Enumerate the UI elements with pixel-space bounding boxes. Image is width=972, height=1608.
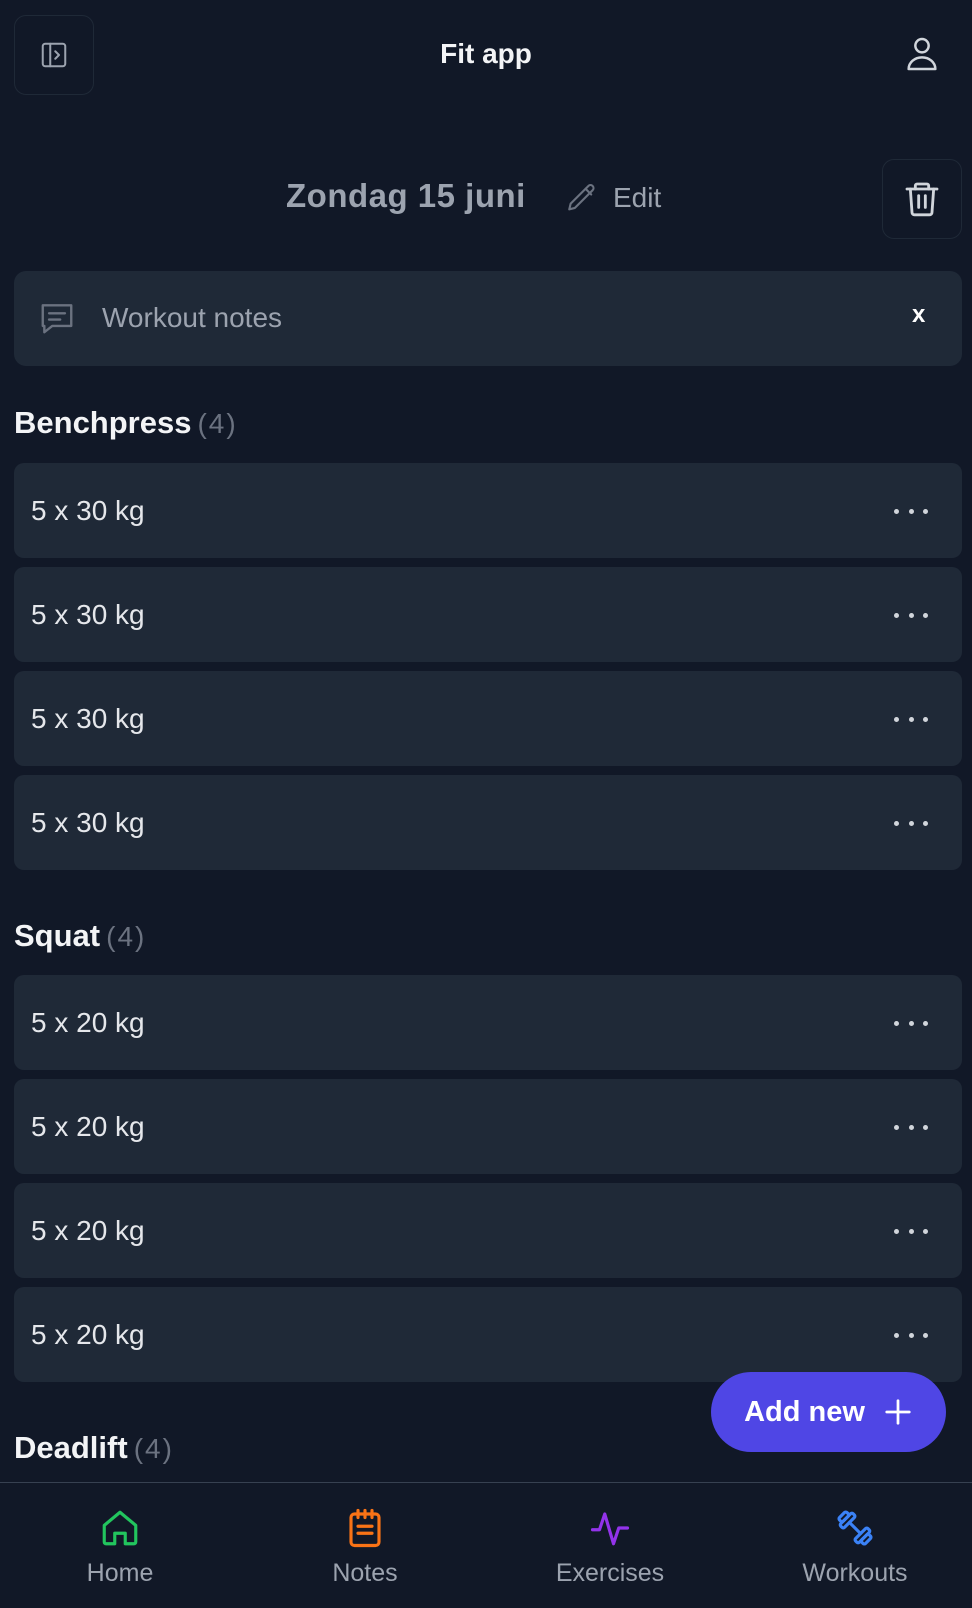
exercise-set-count: (4) [106,921,147,952]
nav-item-notes[interactable]: Notes [265,1507,465,1588]
set-label: 5 x 20 kg [31,1111,145,1142]
delete-workout-button[interactable] [882,159,962,239]
dumbbell-icon [837,1510,873,1546]
set-label: 5 x 30 kg [31,703,145,734]
exercise-set-count: (4) [197,408,238,439]
notes-clear-button[interactable]: x [912,301,925,329]
set-row[interactable]: 5 x 20 kg [14,1079,962,1174]
set-row[interactable]: 5 x 30 kg [14,567,962,662]
workout-notes-input[interactable] [102,297,802,339]
nav-label: Exercises [555,1559,665,1587]
notepad-icon [349,1508,381,1548]
activity-icon [590,1512,630,1546]
set-label: 5 x 20 kg [31,1007,145,1038]
exercise-title-deadlift: Deadlift (4) [14,1430,174,1466]
exercise-name: Deadlift [14,1430,128,1465]
add-new-label: Add new [744,1395,865,1428]
set-label: 5 x 30 kg [31,599,145,630]
message-icon [41,304,73,334]
set-row[interactable]: 5 x 30 kg [14,671,962,766]
nav-label: Notes [332,1559,398,1587]
app-page: Fit app Zondag 15 juni Edit Workout note… [0,0,972,1608]
pencil-icon [568,184,595,211]
plus-icon [885,1399,911,1425]
more-options-icon[interactable] [894,1013,928,1033]
set-row[interactable]: 5 x 30 kg [14,463,962,558]
exercise-title-benchpress: Benchpress (4) [14,405,238,441]
exercise-name: Squat [14,918,101,953]
set-label: 5 x 20 kg [31,1319,145,1350]
nav-label: Home [86,1559,154,1587]
exercise-title-squat: Squat (4) [14,918,146,954]
set-row[interactable]: 5 x 30 kg [14,775,962,870]
workout-notes-box: x [14,271,962,366]
more-options-icon[interactable] [894,1221,928,1241]
more-options-icon[interactable] [894,605,928,625]
trash-icon [905,182,939,217]
add-new-button[interactable]: Add new [711,1372,946,1452]
edit-label: Edit [613,182,662,213]
more-options-icon[interactable] [894,709,928,729]
more-options-icon[interactable] [894,501,928,521]
more-options-icon[interactable] [894,1117,928,1137]
set-row[interactable]: 5 x 20 kg [14,1287,962,1382]
user-profile-button[interactable] [902,34,942,74]
set-row[interactable]: 5 x 20 kg [14,1183,962,1278]
set-row[interactable]: 5 x 20 kg [14,975,962,1070]
nav-label: Workouts [802,1559,908,1587]
user-icon [907,37,937,71]
nav-item-home[interactable]: Home [20,1507,220,1588]
more-options-icon[interactable] [894,1325,928,1345]
more-options-icon[interactable] [894,813,928,833]
nav-item-workouts[interactable]: Workouts [755,1507,955,1588]
home-icon [102,1510,138,1546]
edit-workout-button[interactable]: Edit [565,178,661,218]
set-label: 5 x 30 kg [31,495,145,526]
workout-date-title: Zondag 15 juni [286,177,526,214]
top-header: Fit app [0,0,972,112]
bottom-navigation: Home Notes Exercises Workouts [0,1482,972,1608]
set-label: 5 x 20 kg [31,1215,145,1246]
set-label: 5 x 30 kg [31,807,145,838]
exercise-set-count: (4) [133,1433,174,1464]
nav-item-exercises[interactable]: Exercises [510,1507,710,1588]
app-title: Fit app [440,38,532,69]
exercise-name: Benchpress [14,405,192,440]
